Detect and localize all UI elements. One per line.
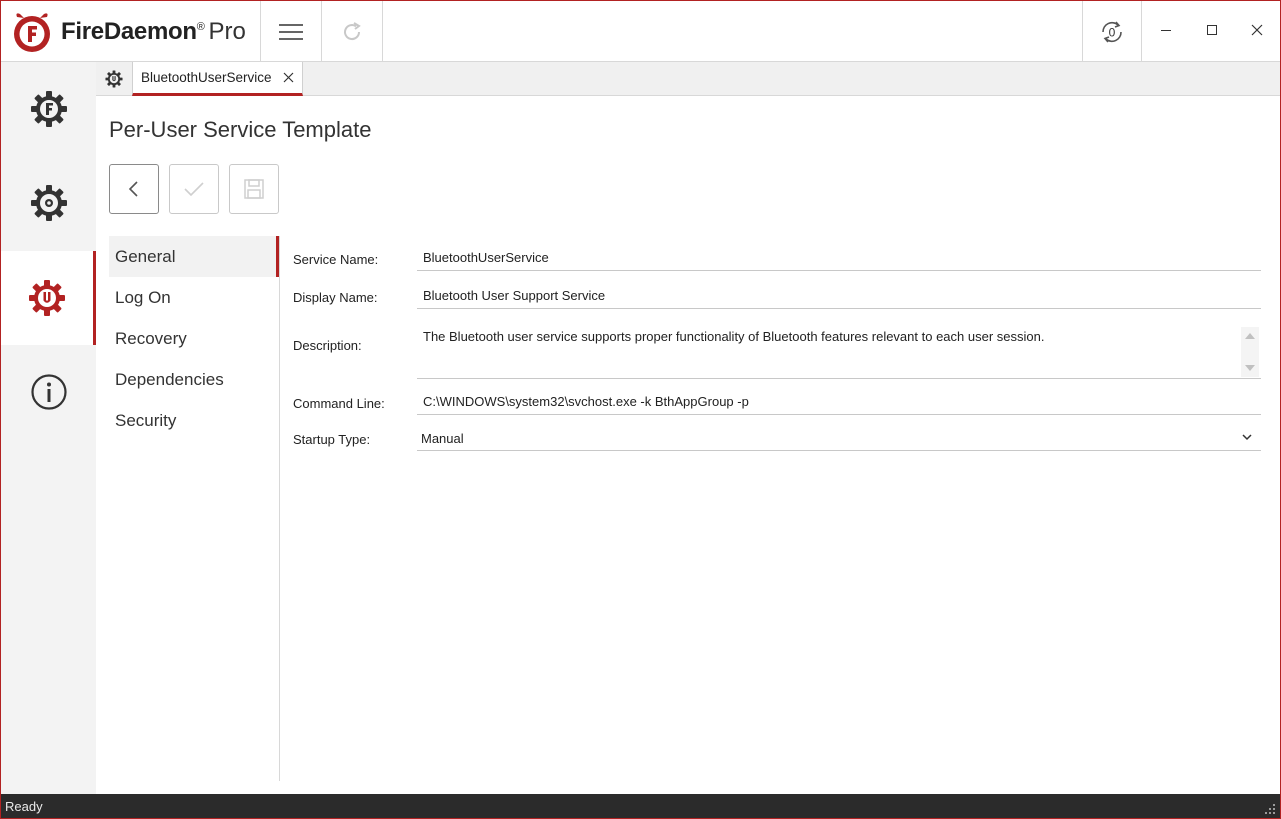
- refresh-button[interactable]: [321, 1, 383, 62]
- subnav-item-general[interactable]: General: [109, 236, 279, 277]
- subnav-item-label: Security: [115, 410, 177, 430]
- description-text: The Bluetooth user service supports prop…: [423, 329, 1045, 344]
- subnav-item-label: Dependencies: [115, 369, 224, 389]
- title-bar: FireDaemon® Pro 0: [1, 1, 1280, 62]
- subnav-item-label: Log On: [115, 287, 171, 307]
- check-icon: [184, 182, 204, 197]
- tab-label: BluetoothUserService: [141, 70, 272, 85]
- display-name-field[interactable]: Bluetooth User Support Service: [417, 283, 1261, 309]
- close-icon: [283, 72, 293, 82]
- status-text: Ready: [5, 798, 43, 814]
- save-icon: [244, 179, 264, 199]
- tab-close-button[interactable]: [280, 69, 296, 85]
- subnav-item-label: General: [115, 246, 176, 266]
- back-icon: [128, 181, 138, 197]
- service-name-field[interactable]: BluetoothUserService: [417, 245, 1261, 271]
- back-button[interactable]: [109, 164, 159, 214]
- nav-per-user-services[interactable]: [1, 251, 96, 345]
- left-nav: [1, 62, 96, 794]
- firedaemon-logo-icon: [14, 13, 50, 52]
- service-sync-button[interactable]: 0: [1082, 1, 1142, 62]
- service-sync-icon: 0: [1102, 20, 1122, 43]
- status-bar: Ready: [1, 794, 1280, 818]
- tab-bluetoothuserservice[interactable]: BluetoothUserService: [132, 62, 303, 96]
- save-button[interactable]: [229, 164, 279, 214]
- nav-windows-services[interactable]: [1, 156, 96, 250]
- startup-type-select[interactable]: Manual: [417, 426, 1261, 451]
- subnav-item-recovery[interactable]: Recovery: [109, 318, 279, 359]
- tab-strip: BluetoothUserService: [96, 62, 1280, 96]
- info-icon: [30, 374, 67, 410]
- chevron-down-icon: [1242, 434, 1252, 441]
- resize-grip-icon[interactable]: [1264, 803, 1276, 815]
- minimize-icon: [1161, 30, 1171, 31]
- maximize-icon: [1207, 25, 1217, 35]
- close-icon: [1251, 24, 1263, 36]
- page-title: Per-User Service Template: [109, 117, 372, 142]
- command-line-field[interactable]: C:\WINDOWS\system32\svchost.exe -k BthAp…: [417, 389, 1261, 415]
- hamburger-menu-icon: [279, 23, 303, 40]
- command-line-label: Command Line:: [293, 396, 385, 411]
- subnav-item-log-on[interactable]: Log On: [109, 277, 279, 318]
- sync-count: 0: [1109, 25, 1116, 39]
- gear-u-icon: [29, 280, 65, 316]
- service-name-label: Service Name:: [293, 252, 379, 267]
- scroll-down-icon[interactable]: [1245, 365, 1255, 371]
- menu-button[interactable]: [260, 1, 321, 62]
- startup-type-label: Startup Type:: [293, 432, 371, 447]
- close-button[interactable]: [1242, 15, 1272, 45]
- app-name: FireDaemon®: [61, 18, 205, 45]
- subnav-item-dependencies[interactable]: Dependencies: [109, 359, 279, 400]
- subnav-item-security[interactable]: Security: [109, 400, 279, 441]
- apply-button[interactable]: [169, 164, 219, 214]
- scroll-up-icon[interactable]: [1245, 333, 1255, 339]
- subnav-item-label: Recovery: [115, 328, 187, 348]
- gear-u-icon: [105, 69, 123, 88]
- refresh-icon: [344, 21, 361, 40]
- display-name-label: Display Name:: [293, 290, 378, 305]
- tab-home[interactable]: [96, 62, 132, 95]
- nav-firedaemon-services[interactable]: [1, 62, 96, 156]
- brand: FireDaemon® Pro: [11, 11, 246, 53]
- app-window: FireDaemon® Pro 0 BluetoothUserService P…: [0, 0, 1281, 819]
- nav-about[interactable]: [1, 345, 96, 439]
- app-edition: Pro: [208, 18, 246, 45]
- minimize-button[interactable]: [1151, 15, 1181, 45]
- startup-type-value: Manual: [421, 430, 464, 446]
- description-scrollbar[interactable]: [1241, 327, 1259, 377]
- description-label: Description:: [293, 338, 362, 353]
- gear-f-icon: [30, 91, 67, 127]
- gear-dot-icon: [30, 185, 67, 221]
- maximize-button[interactable]: [1197, 15, 1227, 45]
- description-field[interactable]: The Bluetooth user service supports prop…: [417, 321, 1261, 379]
- settings-subnav: General Log On Recovery Dependencies Sec…: [109, 236, 280, 781]
